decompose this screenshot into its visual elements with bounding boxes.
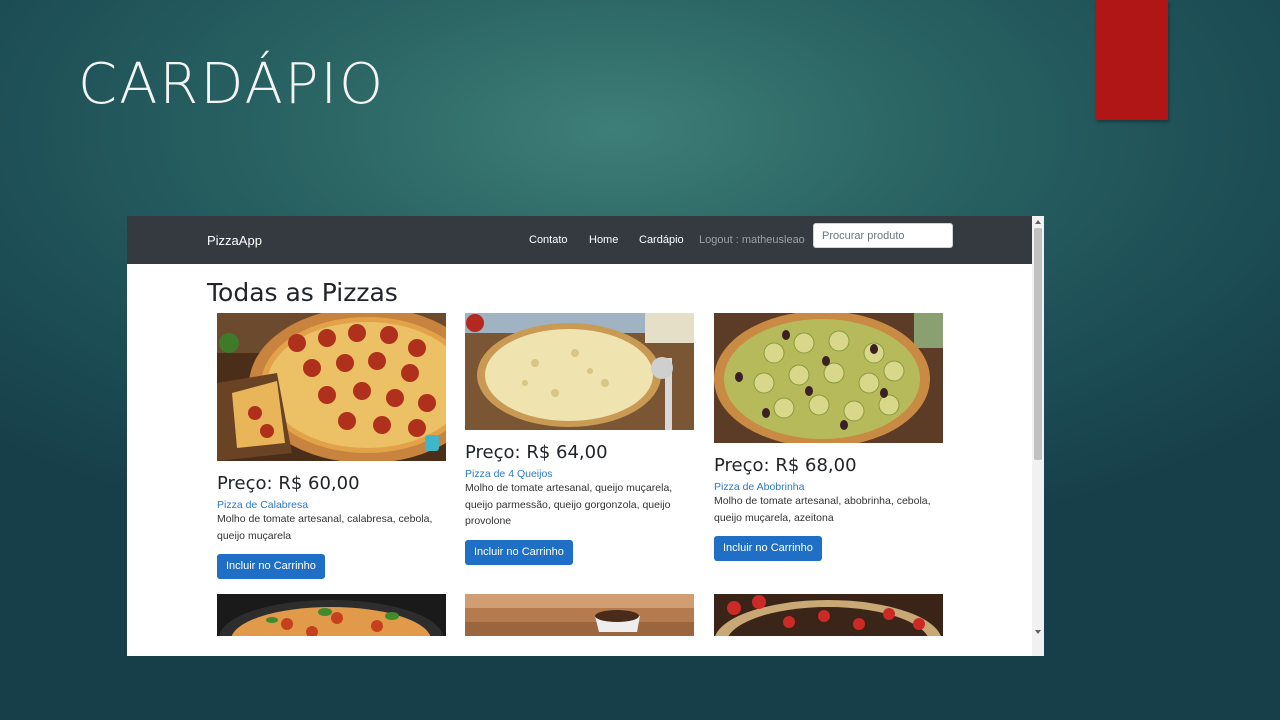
nav-link-logout[interactable]: Logout : matheusleao bbox=[699, 234, 805, 246]
product-description: Molho de tomate artesanal, calabresa, ce… bbox=[217, 513, 433, 542]
product-card: Preço: R$ 64,00 Pizza de 4 Queijos Molho… bbox=[465, 313, 694, 565]
pizza-image-row2-3 bbox=[714, 594, 943, 636]
page-heading: Todas as Pizzas bbox=[207, 278, 398, 307]
product-description: Molho de tomate artesanal, queijo muçare… bbox=[465, 482, 673, 527]
product-card: Preço: R$ 60,00 Pizza de Calabresa Molho… bbox=[217, 313, 446, 579]
product-name-link[interactable]: Pizza de Abobrinha bbox=[714, 481, 943, 493]
scroll-thumb[interactable] bbox=[1034, 228, 1042, 460]
nav-link-cardapio[interactable]: Cardápio bbox=[639, 234, 684, 246]
nav-link-contato[interactable]: Contato bbox=[529, 234, 568, 246]
pizza-4-queijos-image bbox=[465, 313, 694, 430]
navbar: PizzaApp Contato Home Cardápio Logout : … bbox=[127, 216, 1032, 264]
navbar-brand[interactable]: PizzaApp bbox=[207, 233, 262, 248]
product-price: Preço: R$ 60,00 bbox=[217, 473, 360, 494]
product-price: Preço: R$ 68,00 bbox=[714, 455, 857, 476]
pizza-image-row2-2 bbox=[465, 594, 694, 636]
scroll-down-icon[interactable] bbox=[1035, 630, 1041, 634]
browser-screenshot: PizzaApp Contato Home Cardápio Logout : … bbox=[127, 216, 1044, 656]
pizza-calabresa-image bbox=[217, 313, 446, 461]
nav-link-home[interactable]: Home bbox=[589, 234, 618, 246]
pizza-image-row2-1 bbox=[217, 594, 446, 636]
product-description: Molho de tomate artesanal, abobrinha, ce… bbox=[714, 495, 931, 524]
product-name-link[interactable]: Pizza de 4 Queijos bbox=[465, 468, 694, 480]
add-to-cart-button[interactable]: Incluir no Carrinho bbox=[714, 536, 822, 561]
scroll-up-icon[interactable] bbox=[1035, 220, 1041, 224]
add-to-cart-button[interactable]: Incluir no Carrinho bbox=[465, 539, 573, 565]
product-card: Preço: R$ 68,00 Pizza de Abobrinha Molho… bbox=[714, 313, 943, 561]
product-price: Preço: R$ 64,00 bbox=[465, 442, 608, 463]
add-to-cart-button[interactable]: Incluir no Carrinho bbox=[217, 554, 325, 579]
viewport-bottom bbox=[127, 636, 1032, 656]
search-input[interactable] bbox=[813, 223, 953, 248]
product-name-link[interactable]: Pizza de Calabresa bbox=[217, 499, 446, 511]
scrollbar[interactable] bbox=[1032, 216, 1044, 656]
slide-title: CARDÁPIO bbox=[78, 52, 386, 117]
red-accent-bar bbox=[1096, 0, 1168, 120]
pizza-abobrinha-image bbox=[714, 313, 943, 443]
